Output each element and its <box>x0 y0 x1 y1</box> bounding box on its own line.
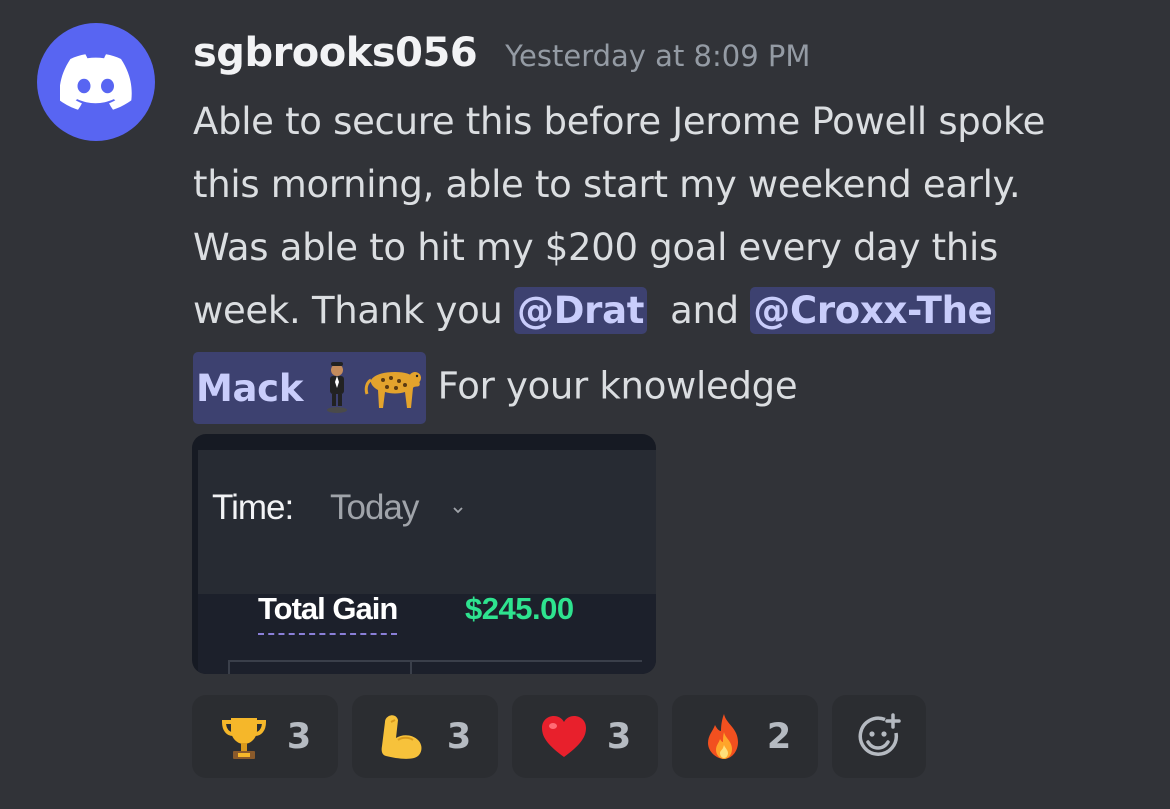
mention-croxx[interactable]: @Croxx-The <box>750 287 996 334</box>
reaction-fire[interactable]: 2 <box>672 695 818 778</box>
avatar[interactable] <box>37 23 155 141</box>
mention-croxx-continued[interactable]: Mack <box>193 352 427 424</box>
screenshot-attachment[interactable]: Time: Today Total Gain $245.00 <box>192 434 656 674</box>
total-gain-value: $245.00 <box>465 591 574 626</box>
message-line: Able to secure this before Jerome Powell… <box>193 100 1046 143</box>
message-line: this morning, able to start my weekend e… <box>193 163 1021 206</box>
trophy-icon <box>221 717 266 759</box>
add-reaction-icon <box>858 712 901 756</box>
reaction-flexed-biceps[interactable]: 3 <box>352 695 498 778</box>
chat-message: sgbrooks056 Yesterday at 8:09 PM Able to… <box>0 0 1170 809</box>
flexed-biceps-icon <box>381 714 422 759</box>
reaction-count: 3 <box>446 716 472 757</box>
message-line: Mack For your knowledge <box>193 352 1153 424</box>
timestamp[interactable]: Yesterday at 8:09 PM <box>505 39 810 73</box>
message-text: week. Thank you <box>193 289 515 332</box>
discord-logo-icon <box>60 54 132 110</box>
table-divider <box>228 660 410 674</box>
message-content: Able to secure this before Jerome Powell… <box>193 90 1153 424</box>
time-filter-label: Time: <box>212 488 294 527</box>
red-heart-icon <box>541 715 586 757</box>
reaction-trophy[interactable]: 3 <box>192 695 338 778</box>
man-in-suit-levitating-icon <box>327 362 348 413</box>
mention-drat[interactable]: @Drat <box>514 287 648 334</box>
time-filter-value: Today <box>330 488 419 527</box>
message-line: Was able to hit my $200 goal every day t… <box>193 226 998 269</box>
username[interactable]: sgbrooks056 <box>193 30 478 76</box>
reaction-count: 3 <box>606 716 632 757</box>
message-line: week. Thank you @Drat and @Croxx-The <box>193 279 1153 342</box>
message-text: and <box>647 289 751 332</box>
table-divider <box>410 660 642 674</box>
message-text: For your knowledge <box>426 364 798 408</box>
reaction-bar: 3 3 3 2 <box>192 695 926 778</box>
mention-text: Mack <box>196 366 304 410</box>
leopard-icon <box>364 372 422 408</box>
add-reaction-button[interactable] <box>832 695 926 778</box>
reaction-red-heart[interactable]: 3 <box>512 695 658 778</box>
reaction-count: 3 <box>286 716 312 757</box>
message-header: sgbrooks056 Yesterday at 8:09 PM <box>193 30 810 76</box>
total-gain-label: Total Gain <box>258 591 398 635</box>
reaction-count: 2 <box>766 716 792 757</box>
chevron-down-icon <box>453 507 463 514</box>
fire-icon <box>707 713 738 759</box>
